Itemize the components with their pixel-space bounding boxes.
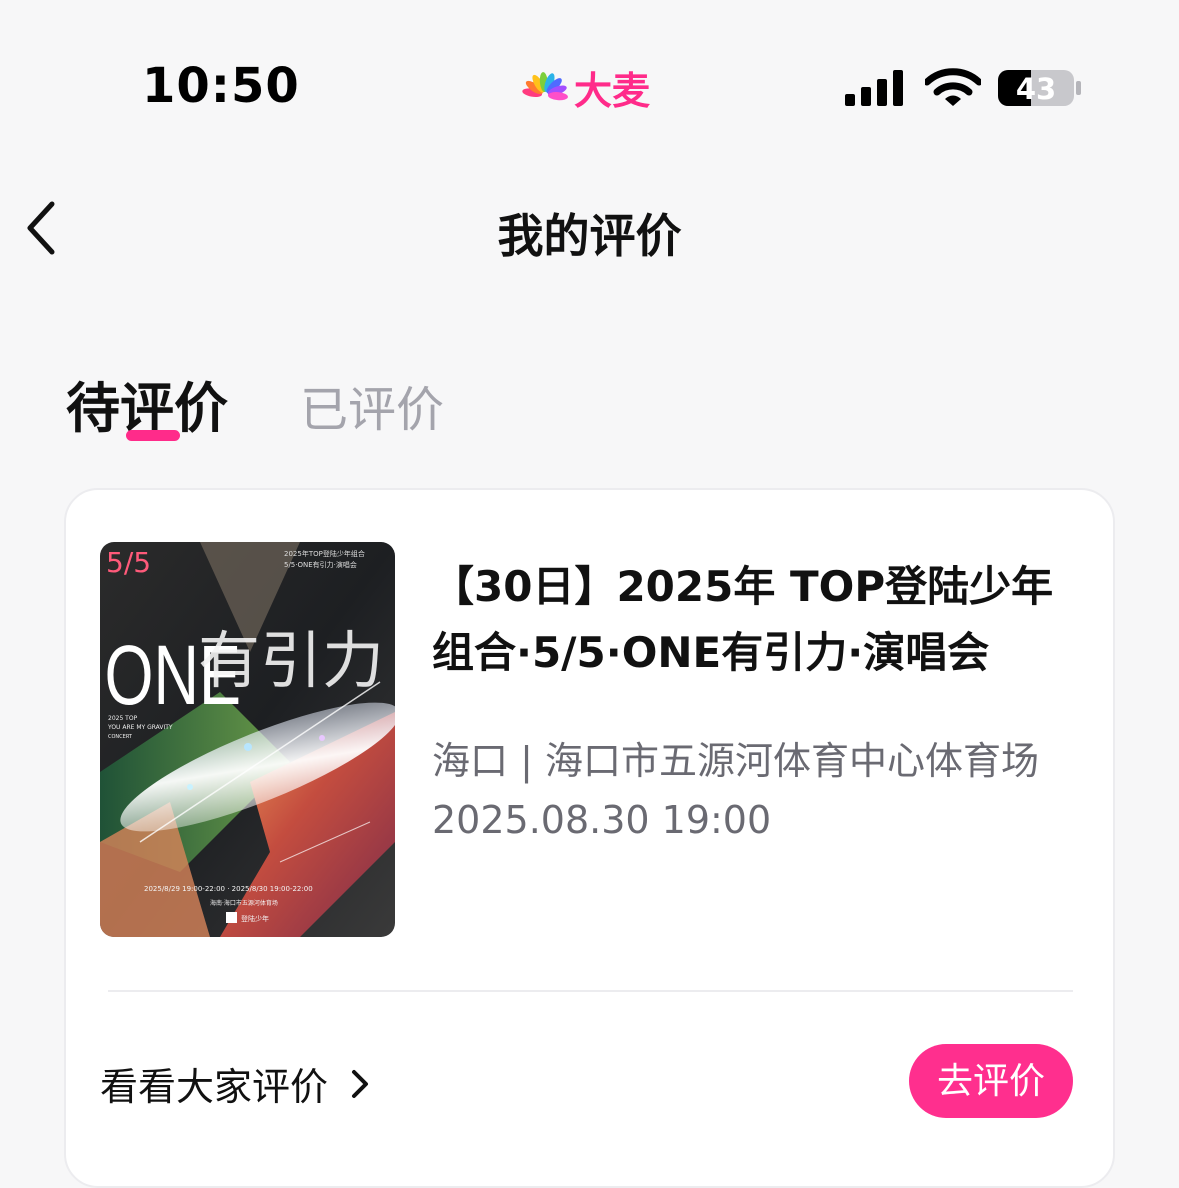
review-card: 5/5 ONE 有引力 2025年TOP登陆少年组合 5/5·ONE有引力·演唱… — [64, 488, 1115, 1188]
write-review-button[interactable]: 去评价 — [909, 1044, 1073, 1118]
poster-badge: 5/5 — [106, 546, 151, 579]
status-time: 10:50 — [142, 58, 300, 114]
wifi-icon — [925, 68, 981, 106]
chevron-right-icon — [352, 1069, 369, 1098]
poster-subtitle-3: CONCERT — [108, 734, 133, 740]
tab-reviewed[interactable]: 已评价 — [300, 370, 444, 440]
poster-header-line2: 5/5·ONE有引力·演唱会 — [284, 560, 357, 569]
app-name: 大麦 — [574, 69, 651, 113]
status-bar: 10:50 大麦 43 — [0, 0, 1179, 150]
poster-header-line1: 2025年TOP登陆少年组合 — [284, 549, 365, 558]
card-divider — [108, 990, 1073, 992]
event-venue: 海口 | 海口市五源河体育中心体育场 — [432, 739, 1039, 783]
poster-art: 5/5 ONE 有引力 2025年TOP登陆少年组合 5/5·ONE有引力·演唱… — [100, 542, 395, 937]
poster-title-art: 有引力 — [198, 624, 384, 697]
poster-subtitle-1: 2025 TOP — [108, 715, 138, 722]
poster-dates: 2025/8/29 19:00-22:00 · 2025/8/30 19:00-… — [144, 885, 313, 893]
battery-level: 43 — [1016, 72, 1056, 106]
signal-icon — [845, 70, 903, 106]
see-all-reviews-label: 看看大家评价 — [100, 1065, 329, 1109]
event-poster[interactable]: 5/5 ONE 有引力 2025年TOP登陆少年组合 5/5·ONE有引力·演唱… — [100, 542, 395, 937]
see-all-reviews-link[interactable]: 看看大家评价 — [100, 1056, 374, 1111]
page-title: 我的评价 — [497, 209, 682, 263]
event-datetime: 2025.08.30 19:00 — [432, 798, 772, 842]
poster-venue: 海南·海口市五源河体育场 — [210, 899, 278, 907]
active-tab-indicator — [126, 430, 180, 441]
damai-logo-icon — [522, 72, 568, 101]
app-badge: 大麦 — [520, 66, 650, 116]
event-title[interactable]: 【30日】2025年 TOP登陆少年组合·5/5·ONE有引力·演唱会 — [432, 554, 1062, 686]
poster-logo-text: 登陆少年 — [241, 914, 269, 923]
poster-subtitle-2: YOU ARE MY GRAVITY — [107, 724, 173, 731]
battery-icon: 43 — [998, 68, 1082, 108]
